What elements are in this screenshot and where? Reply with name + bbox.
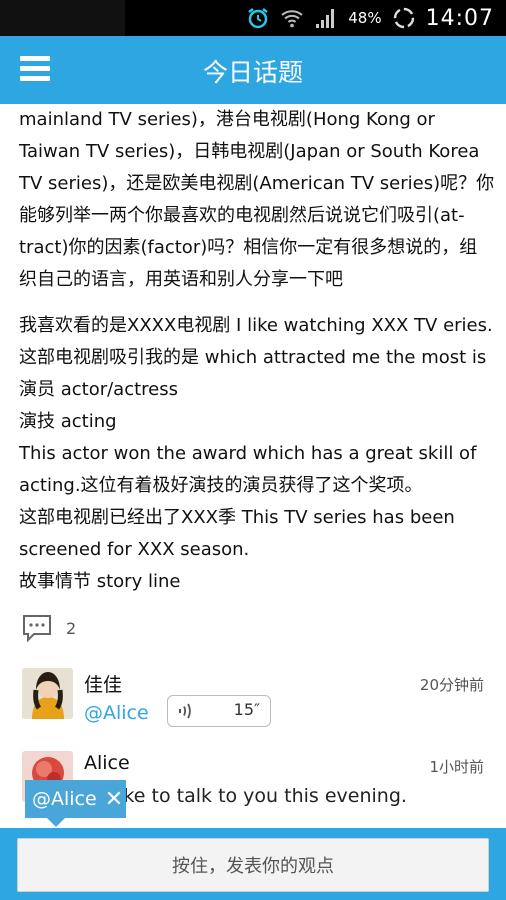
voice-wave-icon — [179, 703, 191, 719]
text-line: screened for XXX season. — [19, 539, 250, 560]
text-line: tract)你的因素(factor)吗？相信你一定有很多想说的，组 — [19, 237, 478, 258]
text-line: 这部电视剧已经出了XXX季 This TV series has been — [19, 507, 455, 528]
text-line: 故事情节 story line — [19, 571, 181, 592]
mention-link[interactable]: @Alice — [84, 702, 149, 724]
signal-icon — [316, 9, 335, 28]
text-line: 这部电视剧吸引我的是 which attracted me the most i… — [19, 347, 487, 368]
app-header: 今日话题 — [0, 36, 506, 104]
text-line: 演技 acting — [19, 411, 117, 432]
press-to-talk-button[interactable]: 按住，发表你的观点 — [17, 838, 489, 892]
mention-chip-pointer — [47, 818, 65, 827]
mention-chip[interactable]: @Alice ✕ — [25, 780, 126, 818]
comment-count-row[interactable]: 2 — [22, 614, 76, 642]
timestamp: 20分钟前 — [419, 676, 484, 694]
status-icons: 48% 14:07 — [246, 4, 494, 32]
text-line: This actor won the award which has a gre… — [19, 443, 477, 464]
sync-icon — [393, 7, 414, 29]
mention-chip-label: @Alice — [32, 788, 97, 810]
close-icon[interactable]: ✕ — [105, 787, 123, 812]
wifi-icon — [281, 10, 303, 28]
comment-text: I'd like to talk to you this evening. — [84, 785, 407, 807]
example-paragraph: 我喜欢看的是XXXX电视剧 I like watching XXX TV eri… — [19, 310, 493, 598]
text-line: 能够列举一两个你最喜欢的电视剧然后说说它们吸引(at- — [19, 205, 465, 226]
text-line: acting.这位有着极好演技的演员获得了这个奖项。 — [19, 475, 423, 496]
battery-percent: 48% — [348, 9, 382, 27]
timestamp: 1小时前 — [429, 758, 484, 776]
voice-message-button[interactable]: 15″ — [167, 695, 271, 727]
text-line: mainland TV series)，港台电视剧(Hong Kong or — [19, 109, 435, 130]
bottom-bar: 按住，发表你的观点 — [0, 828, 506, 900]
status-bar: 48% 14:07 — [0, 0, 506, 36]
list-item[interactable]: 佳佳 20分钟前 @Alice 15″ — [22, 668, 484, 738]
text-line: Taiwan TV series)，日韩电视剧(Japan or South K… — [19, 141, 480, 162]
alarm-clock-icon — [248, 8, 268, 29]
comment-icon — [23, 615, 51, 642]
text-line: 我喜欢看的是XXXX电视剧 I like watching XXX TV eri… — [19, 315, 493, 336]
intro-paragraph: mainland TV series)，港台电视剧(Hong Kong or T… — [19, 104, 495, 296]
user-name: Alice — [84, 752, 130, 774]
text-line: 织自己的语言，用英语和别人分享一下吧 — [19, 269, 343, 290]
notification-area — [0, 0, 125, 36]
voice-duration: 15″ — [233, 700, 260, 719]
status-clock: 14:07 — [425, 5, 494, 31]
page-title: 今日话题 — [202, 58, 303, 87]
text-line: 演员 actor/actress — [19, 379, 179, 400]
avatar[interactable] — [22, 668, 73, 719]
text-line: TV series)，还是欧美电视剧(American TV series)呢？… — [19, 173, 495, 194]
topic-content: mainland TV series)，港台电视剧(Hong Kong or T… — [19, 104, 495, 598]
comment-count: 2 — [66, 618, 77, 638]
user-name: 佳佳 — [84, 674, 123, 696]
